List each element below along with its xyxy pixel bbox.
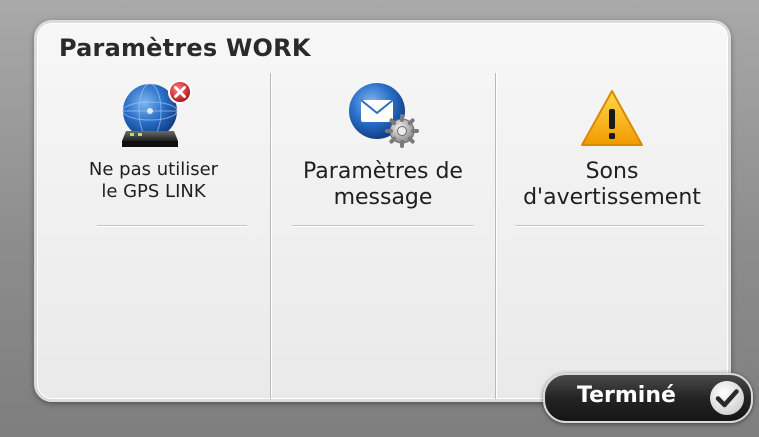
- empty-menu-slot: [37, 226, 270, 399]
- gps-link-disconnect-icon: [112, 79, 196, 153]
- done-button[interactable]: Terminé: [543, 373, 753, 423]
- warning-icon: [570, 79, 654, 153]
- menu-grid: Ne pas utiliser le GPS LINK Paramètres d…: [37, 73, 728, 399]
- settings-panel: Paramètres WORK Ne pas utiliser le GPS L…: [34, 20, 731, 402]
- menu-item-gps-link[interactable]: Ne pas utiliser le GPS LINK: [37, 73, 270, 225]
- menu-item-label: Paramètres de message: [303, 159, 463, 211]
- menu-item-label: Sons d'avertissement: [523, 159, 701, 211]
- done-button-label: Terminé: [577, 383, 676, 408]
- menu-item-label: Ne pas utiliser le GPS LINK: [88, 159, 219, 202]
- menu-item-message-settings[interactable]: Paramètres de message: [271, 73, 495, 225]
- page-title: Paramètres WORK: [59, 34, 311, 62]
- message-settings-icon: [341, 79, 425, 153]
- empty-menu-slot: [271, 226, 495, 399]
- menu-item-warning-sounds[interactable]: Sons d'avertissement: [496, 73, 728, 225]
- checkmark-icon: [708, 379, 746, 417]
